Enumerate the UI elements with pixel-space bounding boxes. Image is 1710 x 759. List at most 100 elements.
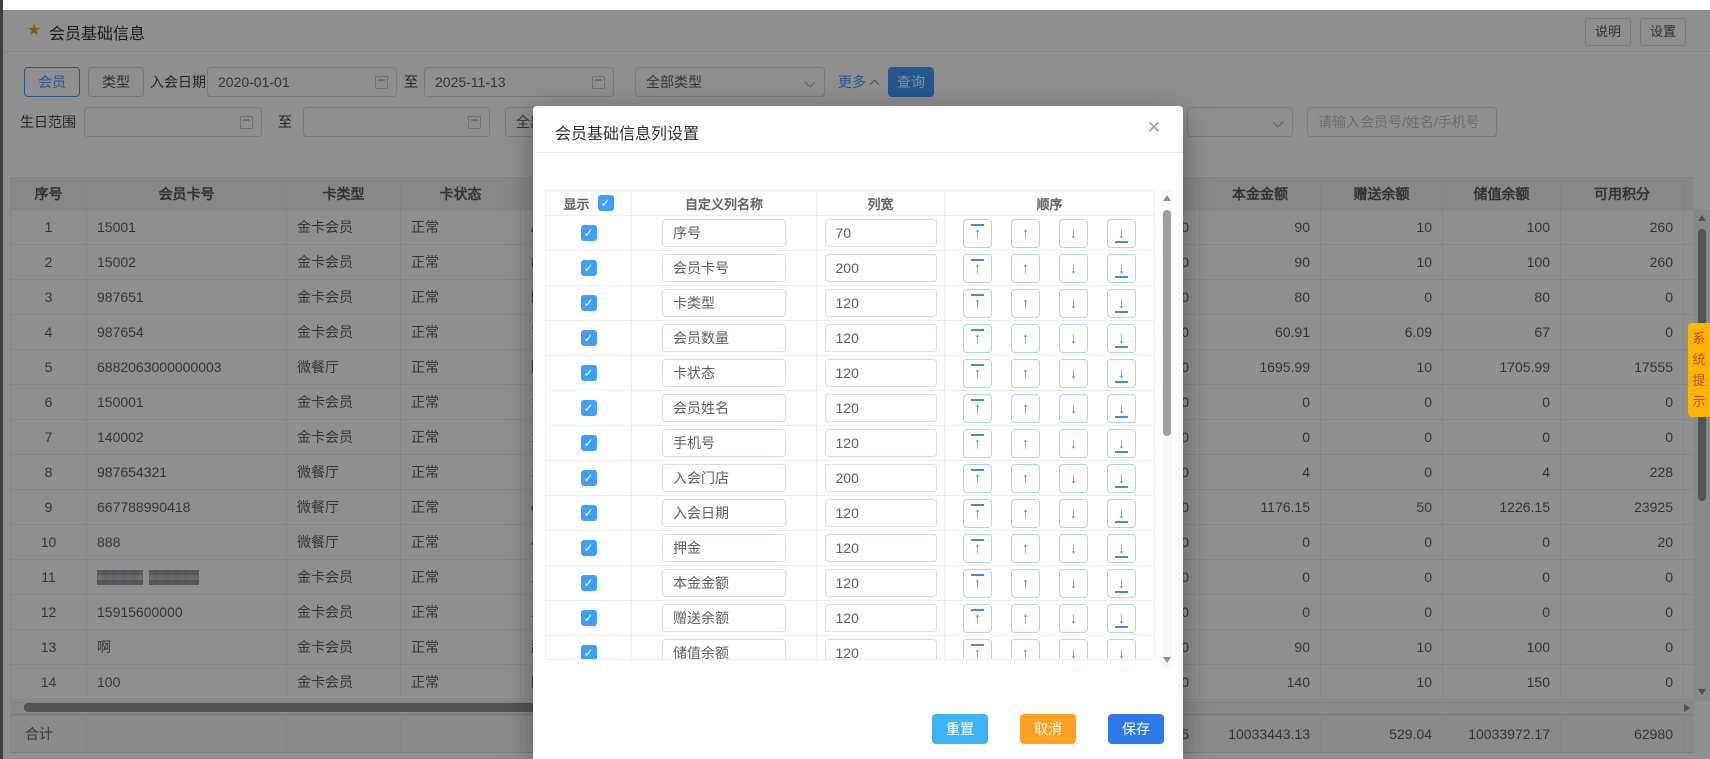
cancel-button[interactable]: 取消 bbox=[1020, 714, 1076, 744]
move-to-top-button[interactable]: ↑ bbox=[963, 323, 992, 353]
move-to-top-button[interactable]: ↑ bbox=[963, 393, 992, 423]
show-checkbox[interactable]: ✓ bbox=[580, 225, 597, 241]
move-to-top-button[interactable]: ↑ bbox=[963, 638, 992, 659]
column-width-input[interactable] bbox=[824, 604, 937, 632]
move-to-bottom-button[interactable]: ↓ bbox=[1107, 638, 1136, 659]
move-to-bottom-button[interactable]: ↓ bbox=[1107, 568, 1136, 598]
show-checkbox[interactable]: ✓ bbox=[580, 645, 597, 659]
column-width-input[interactable] bbox=[824, 534, 937, 562]
move-down-button[interactable]: ↓ bbox=[1059, 533, 1088, 563]
move-up-button[interactable]: ↑ bbox=[1011, 533, 1040, 563]
column-width-input[interactable] bbox=[824, 499, 937, 527]
show-checkbox[interactable]: ✓ bbox=[580, 400, 597, 416]
show-checkbox[interactable]: ✓ bbox=[580, 330, 597, 346]
move-up-button[interactable]: ↑ bbox=[1011, 393, 1040, 423]
column-width-input[interactable] bbox=[824, 464, 937, 492]
show-checkbox[interactable]: ✓ bbox=[580, 540, 597, 556]
move-to-bottom-button[interactable]: ↓ bbox=[1107, 603, 1136, 633]
column-name-input[interactable] bbox=[662, 359, 786, 387]
move-to-top-button[interactable]: ↑ bbox=[963, 533, 992, 563]
move-to-bottom-button[interactable]: ↓ bbox=[1107, 288, 1136, 318]
move-down-button[interactable]: ↓ bbox=[1059, 638, 1088, 659]
column-name-input[interactable] bbox=[662, 569, 786, 597]
close-icon[interactable]: ✕ bbox=[1147, 118, 1161, 138]
column-name-input[interactable] bbox=[662, 254, 786, 282]
move-down-button[interactable]: ↓ bbox=[1059, 568, 1088, 598]
column-width-input[interactable] bbox=[824, 219, 937, 247]
move-to-top-button[interactable]: ↑ bbox=[963, 428, 992, 458]
move-to-bottom-button[interactable]: ↓ bbox=[1107, 393, 1136, 423]
column-width-input[interactable] bbox=[824, 569, 937, 597]
column-name-input[interactable] bbox=[662, 464, 786, 492]
move-up-button[interactable]: ↑ bbox=[1011, 568, 1040, 598]
column-name-input[interactable] bbox=[662, 639, 786, 659]
move-to-bottom-button[interactable]: ↓ bbox=[1107, 533, 1136, 563]
move-to-top-button[interactable]: ↑ bbox=[963, 253, 992, 283]
move-down-button[interactable]: ↓ bbox=[1059, 603, 1088, 633]
show-checkbox[interactable]: ✓ bbox=[580, 575, 597, 591]
save-button[interactable]: 保存 bbox=[1108, 714, 1164, 744]
show-checkbox[interactable]: ✓ bbox=[580, 435, 597, 451]
column-name-input[interactable] bbox=[662, 499, 786, 527]
move-down-button[interactable]: ↓ bbox=[1059, 288, 1088, 318]
show-checkbox[interactable]: ✓ bbox=[580, 610, 597, 626]
scroll-down-icon[interactable] bbox=[1163, 657, 1171, 663]
system-tip-badge[interactable]: 系统提示 bbox=[1688, 323, 1710, 417]
move-down-button[interactable]: ↓ bbox=[1059, 358, 1088, 388]
column-width-input[interactable] bbox=[824, 289, 937, 317]
move-down-button[interactable]: ↓ bbox=[1059, 498, 1088, 528]
move-down-button[interactable]: ↓ bbox=[1059, 253, 1088, 283]
column-width-input[interactable] bbox=[824, 429, 937, 457]
move-up-button[interactable]: ↑ bbox=[1011, 253, 1040, 283]
select-all-checkbox[interactable]: ✓ bbox=[597, 195, 614, 211]
move-to-top-button[interactable]: ↑ bbox=[963, 358, 992, 388]
move-down-button[interactable]: ↓ bbox=[1059, 428, 1088, 458]
column-width-input[interactable] bbox=[824, 639, 937, 659]
column-width-input[interactable] bbox=[824, 324, 937, 352]
move-to-top-button[interactable]: ↑ bbox=[963, 463, 992, 493]
move-up-button[interactable]: ↑ bbox=[1011, 638, 1040, 659]
show-checkbox[interactable]: ✓ bbox=[580, 505, 597, 521]
scroll-up-icon[interactable] bbox=[1163, 195, 1171, 201]
move-to-top-button[interactable]: ↑ bbox=[963, 568, 992, 598]
column-name-input[interactable] bbox=[662, 219, 786, 247]
show-checkbox[interactable]: ✓ bbox=[580, 365, 597, 381]
move-up-button[interactable]: ↑ bbox=[1011, 323, 1040, 353]
move-up-button[interactable]: ↑ bbox=[1011, 288, 1040, 318]
move-down-button[interactable]: ↓ bbox=[1059, 393, 1088, 423]
modal-scroll-thumb[interactable] bbox=[1163, 210, 1171, 436]
move-to-bottom-button[interactable]: ↓ bbox=[1107, 463, 1136, 493]
move-up-button[interactable]: ↑ bbox=[1011, 498, 1040, 528]
move-down-button[interactable]: ↓ bbox=[1059, 463, 1088, 493]
move-up-button[interactable]: ↑ bbox=[1011, 218, 1040, 248]
move-up-button[interactable]: ↑ bbox=[1011, 358, 1040, 388]
move-up-button[interactable]: ↑ bbox=[1011, 463, 1040, 493]
move-to-top-button[interactable]: ↑ bbox=[963, 498, 992, 528]
move-to-bottom-button[interactable]: ↓ bbox=[1107, 323, 1136, 353]
column-name-input[interactable] bbox=[662, 604, 786, 632]
show-checkbox[interactable]: ✓ bbox=[580, 470, 597, 486]
column-name-input[interactable] bbox=[662, 394, 786, 422]
column-width-input[interactable] bbox=[824, 394, 937, 422]
column-name-input[interactable] bbox=[662, 324, 786, 352]
move-up-button[interactable]: ↑ bbox=[1011, 603, 1040, 633]
move-to-bottom-button[interactable]: ↓ bbox=[1107, 428, 1136, 458]
move-down-button[interactable]: ↓ bbox=[1059, 323, 1088, 353]
move-down-button[interactable]: ↓ bbox=[1059, 218, 1088, 248]
column-width-input[interactable] bbox=[824, 254, 937, 282]
show-checkbox[interactable]: ✓ bbox=[580, 260, 597, 276]
column-width-input[interactable] bbox=[824, 359, 937, 387]
modal-scrollbar[interactable] bbox=[1162, 190, 1172, 668]
move-to-bottom-button[interactable]: ↓ bbox=[1107, 358, 1136, 388]
move-to-top-button[interactable]: ↑ bbox=[963, 288, 992, 318]
column-name-input[interactable] bbox=[662, 534, 786, 562]
show-checkbox[interactable]: ✓ bbox=[580, 295, 597, 311]
move-to-bottom-button[interactable]: ↓ bbox=[1107, 253, 1136, 283]
column-name-input[interactable] bbox=[662, 429, 786, 457]
move-up-button[interactable]: ↑ bbox=[1011, 428, 1040, 458]
move-to-bottom-button[interactable]: ↓ bbox=[1107, 218, 1136, 248]
column-name-input[interactable] bbox=[662, 289, 786, 317]
reset-button[interactable]: 重置 bbox=[932, 714, 988, 744]
move-to-top-button[interactable]: ↑ bbox=[963, 603, 992, 633]
move-to-top-button[interactable]: ↑ bbox=[963, 218, 992, 248]
